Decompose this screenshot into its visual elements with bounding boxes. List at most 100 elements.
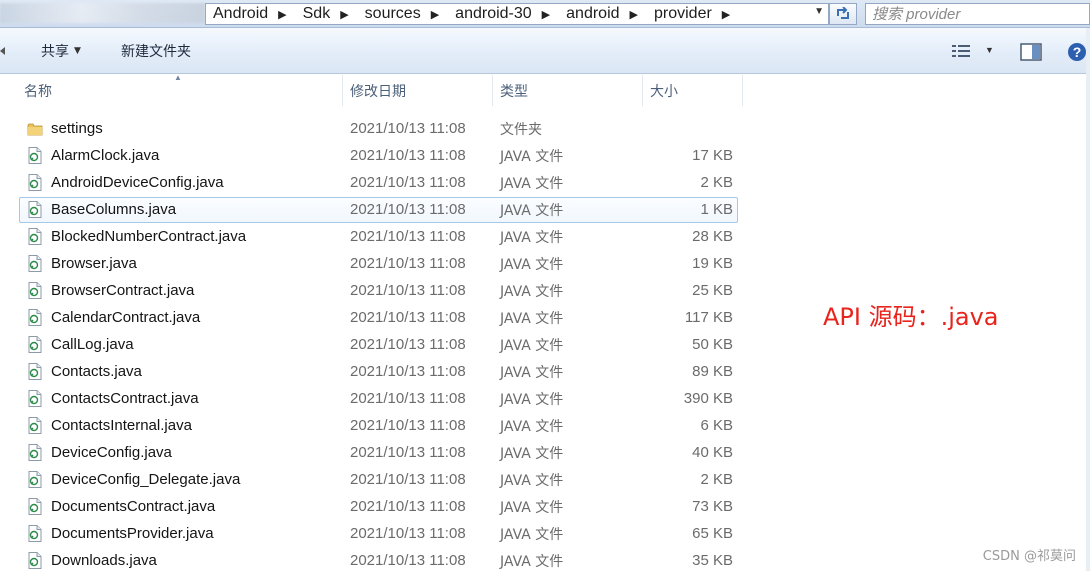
file-type: JAVA 文件	[500, 526, 564, 543]
file-row[interactable]: AndroidDeviceConfig.java 2021/10/13 11:08…	[0, 169, 1090, 196]
file-type: JAVA 文件	[500, 256, 564, 273]
file-type: JAVA 文件	[500, 202, 564, 219]
breadcrumb-item[interactable]: Android	[206, 5, 276, 23]
file-type: JAVA 文件	[500, 364, 564, 381]
column-divider[interactable]	[492, 75, 493, 106]
file-name[interactable]: Downloads.java	[51, 547, 157, 574]
file-row[interactable]: Contacts.java 2021/10/13 11:08 JAVA 文件 89 K…	[0, 358, 1090, 385]
breadcrumb[interactable]: Android ▶ Sdk ▶ sources ▶ android-30 ▶ android ▶ p…	[205, 3, 829, 25]
breadcrumb-item[interactable]: android-30	[448, 5, 540, 23]
file-type: JAVA 文件	[500, 391, 564, 408]
file-row[interactable]: Browser.java 2021/10/13 11:08 JAVA 文件 19 KB	[0, 250, 1090, 277]
file-date: 2021/10/13 11:08	[350, 201, 466, 218]
file-name[interactable]: BlockedNumberContract.java	[51, 223, 246, 250]
file-name[interactable]: DocumentsContract.java	[51, 493, 215, 520]
file-type: JAVA 文件	[500, 283, 564, 300]
address-history-dropdown-icon[interactable]: ▼	[814, 6, 824, 17]
search-box[interactable]	[865, 3, 1090, 25]
file-name[interactable]: CalendarContract.java	[51, 304, 200, 331]
file-size: 28 KB	[692, 228, 733, 245]
file-name[interactable]: settings	[51, 115, 103, 142]
file-row[interactable]: DeviceConfig_Delegate.java 2021/10/13 11:…	[0, 466, 1090, 493]
svg-text:?: ?	[1073, 44, 1082, 60]
file-type: JAVA 文件	[500, 337, 564, 354]
java-file-icon	[26, 412, 44, 439]
file-size: 6 KB	[700, 417, 733, 434]
file-row[interactable]: DocumentsProvider.java 2021/10/13 11:08 JA…	[0, 520, 1090, 547]
file-type: JAVA 文件	[500, 553, 564, 570]
file-row[interactable]: DocumentsContract.java 2021/10/13 11:08 JA…	[0, 493, 1090, 520]
column-header-type[interactable]: 类型	[500, 75, 640, 106]
file-row[interactable]: Downloads.java 2021/10/13 11:08 JAVA 文件 35 …	[0, 547, 1090, 574]
breadcrumb-item[interactable]: android	[559, 5, 627, 23]
file-name[interactable]: BaseColumns.java	[51, 196, 176, 223]
file-date: 2021/10/13 11:08	[350, 336, 466, 353]
file-size: 40 KB	[692, 444, 733, 461]
folder-icon	[26, 115, 44, 142]
view-dropdown-icon[interactable]: ▼	[985, 45, 994, 55]
new-folder-button[interactable]: 新建文件夹	[121, 40, 191, 62]
java-file-icon	[26, 358, 44, 385]
file-row[interactable]: DeviceConfig.java 2021/10/13 11:08 JAVA 文件…	[0, 439, 1090, 466]
file-name[interactable]: AlarmClock.java	[51, 142, 159, 169]
breadcrumb-item[interactable]: provider	[647, 5, 720, 23]
file-name[interactable]: AndroidDeviceConfig.java	[51, 169, 224, 196]
preview-pane-icon	[1020, 43, 1042, 61]
column-divider[interactable]	[642, 75, 643, 106]
file-name[interactable]: ContactsInternal.java	[51, 412, 192, 439]
breadcrumb-item[interactable]: sources	[358, 5, 429, 23]
breadcrumb-separator-icon[interactable]: ▶	[276, 8, 295, 21]
scrollbar-track[interactable]	[1086, 28, 1090, 571]
column-header-date[interactable]: 修改日期	[350, 75, 490, 106]
file-row[interactable]: AlarmClock.java 2021/10/13 11:08 JAVA 文件 17…	[0, 142, 1090, 169]
search-input[interactable]	[866, 4, 1089, 24]
refresh-button[interactable]	[829, 3, 857, 25]
column-name-label: 名称	[24, 83, 52, 100]
file-size	[640, 115, 733, 142]
file-name[interactable]: ContactsContract.java	[51, 385, 199, 412]
file-name[interactable]: DocumentsProvider.java	[51, 520, 214, 547]
column-header-name[interactable]: 名称	[24, 75, 340, 106]
file-date: 2021/10/13 11:08	[350, 255, 466, 272]
file-row[interactable]: ContactsInternal.java 2021/10/13 11:08 JAV…	[0, 412, 1090, 439]
column-divider[interactable]	[342, 75, 343, 106]
preview-pane-button[interactable]	[1020, 43, 1042, 66]
breadcrumb-item[interactable]: Sdk	[296, 5, 339, 23]
file-name[interactable]: Browser.java	[51, 250, 137, 277]
file-name[interactable]: BrowserContract.java	[51, 277, 194, 304]
file-name[interactable]: DeviceConfig_Delegate.java	[51, 466, 240, 493]
breadcrumb-separator-icon[interactable]: ▶	[338, 8, 357, 21]
file-date: 2021/10/13 11:08	[350, 228, 466, 245]
file-row[interactable]: BlockedNumberContract.java 2021/10/13 11:…	[0, 223, 1090, 250]
file-name[interactable]: Contacts.java	[51, 358, 142, 385]
file-row[interactable]: CallLog.java 2021/10/13 11:08 JAVA 文件 50 KB	[0, 331, 1090, 358]
file-row[interactable]: settings 2021/10/13 11:08 文件夹	[0, 115, 1090, 142]
breadcrumb-separator-icon[interactable]: ▶	[540, 8, 559, 21]
file-type: JAVA 文件	[500, 175, 564, 192]
help-button[interactable]: ?	[1067, 42, 1087, 67]
breadcrumb-separator-icon[interactable]: ▶	[628, 8, 647, 21]
java-file-icon	[26, 547, 44, 574]
column-header-size[interactable]: 大小	[650, 75, 740, 106]
file-size: 1 KB	[700, 201, 733, 218]
breadcrumb-separator-icon[interactable]: ▶	[429, 8, 448, 21]
file-size: 17 KB	[692, 147, 733, 164]
file-row[interactable]: BaseColumns.java 2021/10/13 11:08 JAVA 文件 1…	[0, 196, 1090, 223]
breadcrumb-separator-icon[interactable]: ▶	[720, 8, 739, 21]
java-file-icon	[26, 493, 44, 520]
java-file-icon	[26, 142, 44, 169]
file-date: 2021/10/13 11:08	[350, 174, 466, 191]
file-size: 390 KB	[683, 390, 733, 407]
file-name[interactable]: CallLog.java	[51, 331, 134, 358]
file-row[interactable]: ContactsContract.java 2021/10/13 11:08 JAV…	[0, 385, 1090, 412]
file-size: 25 KB	[692, 282, 733, 299]
column-divider[interactable]	[742, 75, 743, 106]
file-list: settings 2021/10/13 11:08 文件夹 AlarmClock.ja…	[0, 115, 1090, 574]
java-file-icon	[26, 520, 44, 547]
chevron-down-icon: ▼	[74, 46, 81, 56]
view-options-button[interactable]	[952, 44, 974, 63]
scroll-left-icon[interactable]	[0, 47, 5, 55]
share-button[interactable]: 共享 ▼	[41, 40, 81, 62]
file-date: 2021/10/13 11:08	[350, 147, 466, 164]
file-name[interactable]: DeviceConfig.java	[51, 439, 172, 466]
